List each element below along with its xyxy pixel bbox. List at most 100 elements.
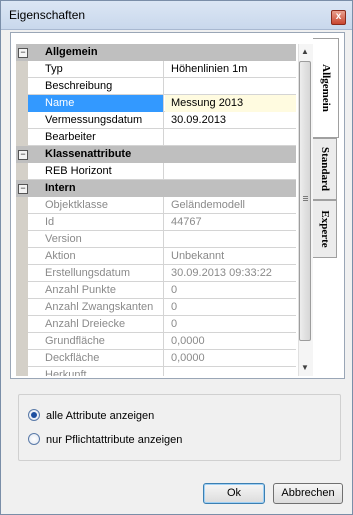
row-gutter — [16, 214, 28, 231]
category-row[interactable]: − Klassenattribute — [16, 146, 296, 163]
category-row[interactable]: − Intern — [16, 180, 296, 197]
category-label: Intern — [28, 180, 296, 197]
cancel-button[interactable]: Abbrechen — [273, 483, 343, 504]
property-value: 0,0000 — [171, 352, 205, 364]
property-value[interactable]: Höhenlinien 1m — [165, 61, 296, 78]
scrollbar-thumb[interactable] — [299, 61, 311, 341]
row-gutter — [16, 316, 28, 333]
row-gutter — [16, 112, 28, 129]
property-row[interactable]: Objektklasse Geländemodell — [16, 197, 296, 214]
row-gutter — [16, 163, 28, 180]
row-gutter — [16, 248, 28, 265]
row-gutter: − — [16, 146, 28, 163]
collapse-minus-icon[interactable]: − — [18, 184, 28, 194]
tab-label: Allgemein — [319, 64, 332, 112]
property-name: Name — [28, 95, 164, 112]
property-value: 30.09.2013 09:33:22 — [171, 267, 272, 279]
property-name: Bearbeiter — [28, 129, 164, 146]
row-gutter — [16, 95, 28, 112]
property-value: 0 — [171, 301, 178, 313]
radio-button[interactable] — [28, 409, 40, 421]
window-title: Eigenschaften — [9, 8, 86, 22]
row-gutter — [16, 197, 28, 214]
property-name: Objektklasse — [28, 197, 164, 214]
row-gutter: − — [16, 180, 28, 197]
property-row[interactable]: Aktion Unbekannt — [16, 248, 296, 265]
scroll-down-arrow-icon[interactable]: ▼ — [298, 360, 312, 376]
property-name: REB Horizont — [28, 163, 164, 180]
row-gutter — [16, 231, 28, 248]
property-name: Vermessungsdatum — [28, 112, 164, 129]
property-row[interactable]: Deckfläche 0,0000 — [16, 350, 296, 367]
property-value — [165, 231, 296, 248]
property-name: Erstellungsdatum — [28, 265, 164, 282]
property-row[interactable]: Vermessungsdatum 30.09.2013 — [16, 112, 296, 129]
scroll-up-arrow-icon[interactable]: ▲ — [298, 44, 312, 60]
property-value[interactable]: 30.09.2013 — [165, 112, 296, 129]
property-row[interactable]: Bearbeiter — [16, 129, 296, 146]
property-value: Unbekannt — [171, 250, 225, 262]
row-gutter — [16, 61, 28, 78]
property-row[interactable]: Typ Höhenlinien 1m — [16, 61, 296, 78]
tab-standard[interactable]: Standard — [313, 138, 337, 200]
property-row[interactable]: Erstellungsdatum 30.09.2013 09:33:22 — [16, 265, 296, 282]
property-value[interactable] — [165, 78, 296, 95]
radio-label: nur Pflichtattribute anzeigen — [46, 434, 183, 446]
property-value: 44767 — [171, 216, 202, 228]
ok-button[interactable]: Ok — [203, 483, 265, 504]
row-gutter — [16, 282, 28, 299]
property-value: 0,0000 — [171, 335, 205, 347]
property-value: 0 — [171, 284, 178, 296]
close-icon[interactable]: x — [331, 10, 346, 25]
property-value — [165, 367, 296, 376]
title-bar[interactable]: Eigenschaften x — [1, 1, 352, 30]
property-name: Version — [28, 231, 164, 248]
property-name: Anzahl Zwangskanten — [28, 299, 164, 316]
property-name: Typ — [28, 61, 164, 78]
property-row[interactable]: Anzahl Dreiecke 0 — [16, 316, 296, 333]
row-gutter — [16, 350, 28, 367]
property-name: Deckfläche — [28, 350, 164, 367]
tab-experte[interactable]: Experte — [313, 200, 337, 258]
row-gutter — [16, 129, 28, 146]
property-name: Herkunft — [28, 367, 164, 376]
row-gutter — [16, 265, 28, 282]
property-value: Geländemodell — [171, 199, 245, 211]
category-label: Allgemein — [28, 44, 296, 61]
property-row[interactable]: Anzahl Zwangskanten 0 — [16, 299, 296, 316]
collapse-minus-icon[interactable]: − — [18, 48, 28, 58]
property-row[interactable]: Grundfläche 0,0000 — [16, 333, 296, 350]
property-name: Beschreibung — [28, 78, 164, 95]
collapse-minus-icon[interactable]: − — [18, 150, 28, 160]
radio-button[interactable] — [28, 433, 40, 445]
row-gutter — [16, 78, 28, 95]
category-label: Klassenattribute — [28, 146, 296, 163]
property-name: Grundfläche — [28, 333, 164, 350]
property-value[interactable] — [165, 129, 296, 146]
property-row[interactable]: Name Messung 2013 — [16, 95, 296, 112]
property-name: Anzahl Dreiecke — [28, 316, 164, 333]
row-gutter — [16, 367, 28, 376]
row-gutter — [16, 333, 28, 350]
tab-label: Standard — [318, 146, 331, 192]
radio-label: alle Attribute anzeigen — [46, 410, 155, 422]
property-name: Id — [28, 214, 164, 231]
row-gutter — [16, 299, 28, 316]
property-name: Aktion — [28, 248, 164, 265]
property-value[interactable] — [165, 163, 296, 180]
row-gutter: − — [16, 44, 28, 61]
property-value-input[interactable]: Messung 2013 — [165, 95, 296, 112]
property-row[interactable]: Beschreibung — [16, 78, 296, 95]
property-row[interactable]: REB Horizont — [16, 163, 296, 180]
property-row[interactable]: Id 44767 — [16, 214, 296, 231]
tab-allgemein[interactable]: Allgemein — [313, 38, 339, 138]
property-row[interactable]: Herkunft — [16, 367, 296, 376]
property-name: Anzahl Punkte — [28, 282, 164, 299]
tab-label: Experte — [318, 210, 331, 248]
property-row[interactable]: Version — [16, 231, 296, 248]
attribute-filter-group — [18, 394, 341, 461]
property-row[interactable]: Anzahl Punkte 0 — [16, 282, 296, 299]
vertical-tab-strip: Allgemein Standard Experte — [313, 38, 341, 368]
category-row[interactable]: − Allgemein — [16, 44, 296, 61]
property-grid: − Allgemein Typ Höhenlinien 1m Beschreibung N… — [16, 44, 296, 376]
